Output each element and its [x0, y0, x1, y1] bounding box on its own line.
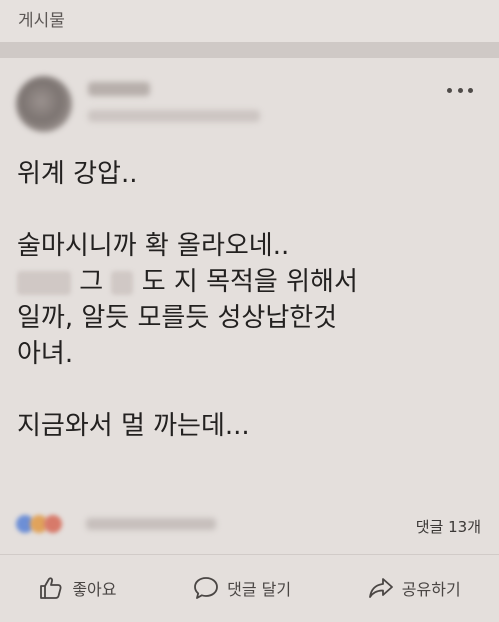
- section-divider: [0, 42, 499, 58]
- post-line-redacted: 그 도 지 목적을 위해서: [17, 264, 477, 300]
- post-actions: 좋아요 댓글 달기 공유하기: [0, 566, 499, 610]
- comment-button[interactable]: 댓글 달기: [193, 575, 291, 601]
- post-line: 아녀.: [17, 339, 74, 369]
- avatar[interactable]: [16, 76, 72, 132]
- post-text-fragment: 그: [79, 267, 104, 297]
- footer-divider: [0, 554, 499, 555]
- share-arrow-icon: [368, 578, 393, 598]
- redacted-word: [17, 270, 71, 295]
- reaction-names-redacted: [86, 518, 216, 530]
- post-line: 위계 강압..: [17, 159, 138, 189]
- more-dots-icon[interactable]: [447, 86, 473, 94]
- share-button[interactable]: 공유하기: [368, 575, 461, 601]
- author-name-redacted[interactable]: [88, 82, 150, 96]
- comment-count[interactable]: 댓글 13개: [416, 516, 481, 537]
- speech-bubble-icon: [194, 577, 219, 599]
- post-line: 지금와서 멀 까는데...: [17, 411, 250, 441]
- post-body: 위계 강압.. 술마시니까 확 올라오네.. 그 도 지 목적을 위해서 일까,…: [17, 156, 477, 444]
- redacted-word: [111, 270, 134, 295]
- page-title: 게시물: [18, 11, 65, 31]
- app-header: 게시물: [0, 0, 499, 42]
- comment-label: 댓글 달기: [227, 580, 292, 599]
- post-text-fragment: 도 지 목적을 위해서: [141, 267, 358, 297]
- share-label: 공유하기: [401, 580, 461, 599]
- like-button[interactable]: 좋아요: [38, 575, 117, 601]
- reaction-summary[interactable]: [16, 513, 226, 535]
- post-line: 술마시니까 확 올라오네..: [17, 231, 290, 261]
- angry-reaction-icon: [44, 515, 62, 533]
- post-meta-redacted: [88, 110, 260, 122]
- post-card: 위계 강압.. 술마시니까 확 올라오네.. 그 도 지 목적을 위해서 일까,…: [0, 58, 499, 622]
- like-label: 좋아요: [72, 580, 117, 599]
- thumbs-up-icon: [40, 577, 62, 599]
- post-line: 일까, 알듯 모를듯 성상납한것: [17, 303, 338, 333]
